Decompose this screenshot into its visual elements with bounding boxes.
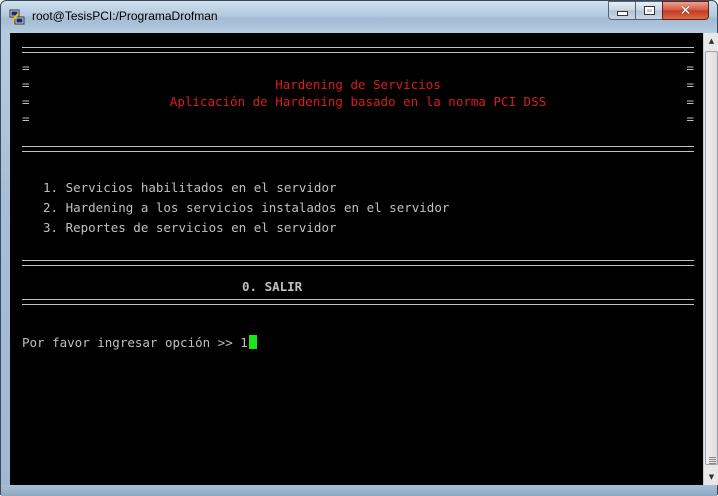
input-value: 1 [240,335,248,350]
terminal-screen[interactable]: = = = = Hardening de Servicios = = Aplicaci… [10,33,703,485]
close-button[interactable]: ✕ [662,1,709,20]
maximize-icon [643,6,655,15]
scrollbar-thumb[interactable] [705,51,718,465]
prompt-line[interactable]: Por favor ingresar opción >> 1 [22,334,257,351]
window-bottom-frame [1,485,717,496]
exit-option: 0. SALIR [242,279,303,294]
minimize-button[interactable] [608,1,635,20]
title-bar[interactable]: root@TesisPCI:/ProgramaDrofman ✕ [1,1,717,33]
header-border-row: = = [22,111,694,126]
maximize-button[interactable] [635,1,662,20]
scroll-up-icon[interactable]: ▲ [704,33,718,49]
menu-item: 3. Reportes de servicios en el servidor [43,220,337,235]
window-controls: ✕ [608,1,709,21]
prompt-label: Por favor ingresar opción >> [22,335,241,350]
window-title: root@TesisPCI:/ProgramaDrofman [32,9,218,23]
separator-line [22,299,694,305]
separator-line [22,146,694,152]
cursor [248,335,257,349]
putty-icon [9,9,25,25]
separator-line [22,260,694,266]
header-border-row: = = [22,60,694,75]
header-title: Hardening de Servicios [275,77,441,92]
close-icon: ✕ [679,2,692,19]
menu-item: 2. Hardening a los servicios instalados … [43,200,450,215]
vertical-scrollbar[interactable]: ▲ ▼ [703,33,718,485]
terminal-window: root@TesisPCI:/ProgramaDrofman ✕ = = = = H… [0,0,718,496]
minimize-icon [616,11,628,16]
menu-item: 1. Servicios habilitados en el servidor [43,180,337,195]
scroll-down-icon[interactable]: ▼ [704,469,718,485]
separator-line [22,47,694,53]
header-subtitle: Aplicación de Hardening basado en la nor… [169,94,547,109]
grip-icon [709,457,716,464]
